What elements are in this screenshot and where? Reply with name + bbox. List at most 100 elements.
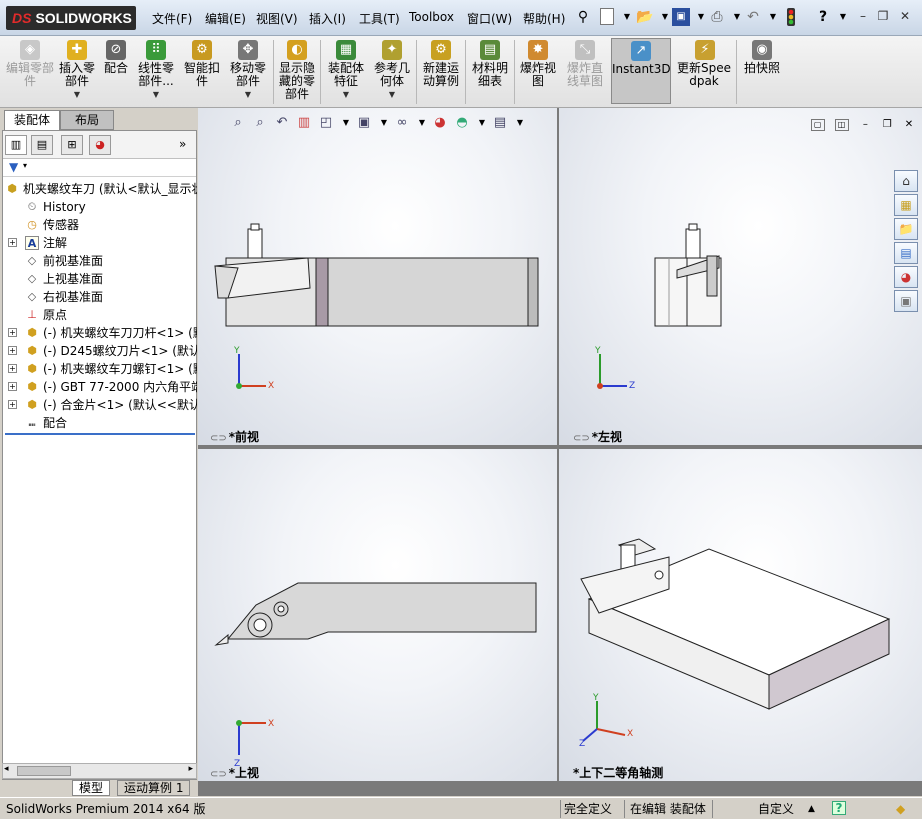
chevron-down-icon[interactable]: ▼ xyxy=(226,88,270,101)
save-icon[interactable]: ▣ xyxy=(672,8,690,26)
viewport-top[interactable]: X Z ⊂⊃ *上视 xyxy=(198,449,557,781)
reference-geometry-button[interactable]: ✦ 参考几何体 ▼ xyxy=(370,38,414,106)
show-hidden-button[interactable]: ◐ 显示隐藏的零部件 xyxy=(276,38,318,106)
menu-insert[interactable]: 插入(I) xyxy=(309,10,346,27)
chevron-down-icon[interactable]: ▼ xyxy=(324,88,368,101)
filter-icon[interactable]: ▼ xyxy=(9,160,18,174)
horizontal-scrollbar[interactable]: ◂ ▸ xyxy=(2,763,197,779)
snapshot-button[interactable]: ◉ 拍快照 xyxy=(740,38,784,106)
mate-button[interactable]: ⊘ 配合 xyxy=(100,38,132,106)
expand-icon[interactable]: + xyxy=(8,346,17,355)
insert-component-button[interactable]: ✚ 插入零部件 ▼ xyxy=(55,38,99,106)
scroll-left-icon[interactable]: ◂ xyxy=(4,764,9,774)
expand-icon[interactable]: + xyxy=(8,328,17,337)
tab-layout[interactable]: 布局 xyxy=(60,110,114,130)
tree-item-part[interactable]: + ⬢ (-) D245螺纹刀片<1> (默认<< xyxy=(3,342,197,360)
tree-item-mates[interactable]: ⑉ 配合 xyxy=(3,414,197,432)
tree-item-part[interactable]: + ⬢ (-) 合金片<1> (默认<<默认> xyxy=(3,396,197,414)
viewport-label-front[interactable]: ⊂⊃ *前视 xyxy=(210,428,259,445)
menu-edit[interactable]: 编辑(E) xyxy=(205,10,246,27)
tree-item-part[interactable]: + ⬢ (-) 机夹螺纹车刀刀杆<1> (默认 xyxy=(3,324,197,342)
viewport-left[interactable]: ▢ ◫ – ❐ ✕ Y Z ⊂⊃ *左视 xyxy=(559,108,922,445)
tree-item-sensors[interactable]: ◷ 传感器 xyxy=(3,216,197,234)
chevron-down-icon[interactable]: ▼ xyxy=(55,88,99,101)
chevron-down-icon[interactable]: ▼ xyxy=(370,88,414,101)
tab-motion-study[interactable]: 运动算例 1 xyxy=(117,780,191,796)
tree-item-origin[interactable]: ⊥ 原点 xyxy=(3,306,197,324)
view-palette-icon[interactable]: ▤ xyxy=(894,242,918,264)
linear-pattern-button[interactable]: ⠿ 线性零部件... ▼ xyxy=(134,38,178,106)
minimize-button[interactable]: – xyxy=(854,8,872,24)
design-library-icon[interactable]: ▦ xyxy=(894,194,918,216)
menu-view[interactable]: 视图(V) xyxy=(256,10,298,27)
tree-item-part[interactable]: + ⬢ (-) 机夹螺纹车刀螺钉<1> (默认 xyxy=(3,360,197,378)
link-views-icon[interactable]: ⊂⊃ xyxy=(573,433,590,444)
display-manager-icon[interactable]: ◕ xyxy=(89,135,111,155)
update-speedpak-button[interactable]: ⚡ 更新Speedpak xyxy=(676,38,734,106)
menu-help[interactable]: 帮助(H) xyxy=(523,10,565,27)
viewport-label-left[interactable]: ⊂⊃ *左视 xyxy=(573,428,622,445)
tab-model[interactable]: 模型 xyxy=(72,780,111,796)
chevron-down-icon[interactable]: ▼ xyxy=(764,8,782,26)
help-icon[interactable]: ? xyxy=(832,801,846,815)
edit-component-button[interactable]: ◈ 编辑零部件 xyxy=(6,38,54,106)
print-icon[interactable]: ⎙ xyxy=(708,8,726,26)
move-component-button[interactable]: ✥ 移动零部件 ▼ xyxy=(226,38,270,106)
expand-icon[interactable]: + xyxy=(8,238,17,247)
tree-item-right-plane[interactable]: ◇ 右视基准面 xyxy=(3,288,197,306)
tree-filter[interactable]: ▼ ▾ xyxy=(3,159,196,177)
tag-icon[interactable]: ◆ xyxy=(896,801,905,817)
bom-button[interactable]: ▤ 材料明细表 xyxy=(468,38,512,106)
motion-study-button[interactable]: ⚙ 新建运动算例 xyxy=(419,38,463,106)
tree-item-top-plane[interactable]: ◇ 上视基准面 xyxy=(3,270,197,288)
custom-properties-icon[interactable]: ▣ xyxy=(894,290,918,312)
chevron-down-icon[interactable]: ▼ xyxy=(134,88,178,101)
viewport-isometric[interactable]: Y X Z *上下二等角轴测 xyxy=(559,449,922,781)
chevron-up-icon[interactable]: ▲ xyxy=(808,801,815,817)
instant3d-button[interactable]: ↗ Instant3D xyxy=(611,38,671,104)
tree-item-front-plane[interactable]: ◇ 前视基准面 xyxy=(3,252,197,270)
traffic-light-icon[interactable] xyxy=(782,8,800,26)
viewport-label-isometric[interactable]: *上下二等角轴测 xyxy=(573,764,663,781)
chevron-down-icon[interactable]: ▾ xyxy=(23,161,27,170)
chevron-down-icon[interactable]: ▼ xyxy=(834,8,852,26)
tree-item-part[interactable]: + ⬢ (-) GBT 77-2000 内六角平端紧 xyxy=(3,378,197,396)
new-document-icon[interactable] xyxy=(600,8,614,25)
pin-icon[interactable]: ⚲ xyxy=(574,8,592,26)
menu-toolbox[interactable]: Toolbox xyxy=(409,10,454,24)
expand-icon[interactable]: + xyxy=(8,364,17,373)
menu-window[interactable]: 窗口(W) xyxy=(467,10,512,27)
graphics-area[interactable]: ⌕ ⌕ ↶ ▥ ◰ ▼ ▣ ▼ ∞ ▼ ◕ ◓ ▼ ▤ ▼ Y X ⊂⊃ *前视… xyxy=(198,108,922,796)
exploded-view-button[interactable]: ✸ 爆炸视图 xyxy=(516,38,560,106)
link-views-icon[interactable]: ⊂⊃ xyxy=(210,769,227,780)
tab-assembly[interactable]: 装配体 xyxy=(4,110,60,130)
appearances-icon[interactable]: ◕ xyxy=(894,266,918,288)
rollback-bar[interactable] xyxy=(5,433,195,435)
restore-button[interactable]: ❐ xyxy=(874,8,892,24)
assembly-feature-button[interactable]: ▦ 装配体特征 ▼ xyxy=(324,38,368,106)
link-views-icon[interactable]: ⊂⊃ xyxy=(210,433,227,444)
open-icon[interactable]: 📂 xyxy=(636,8,654,26)
solidworks-logo[interactable]: DS SOLIDWORKS xyxy=(6,6,136,30)
menu-file[interactable]: 文件(F) xyxy=(152,10,192,27)
solidworks-resources-icon[interactable]: ⌂ xyxy=(894,170,918,192)
units-custom-selector[interactable]: 自定义 xyxy=(758,801,794,817)
smart-fastener-button[interactable]: ⚙ 智能扣件 xyxy=(180,38,224,106)
menu-tools[interactable]: 工具(T) xyxy=(359,10,400,27)
viewport-front[interactable]: ⌕ ⌕ ↶ ▥ ◰ ▼ ▣ ▼ ∞ ▼ ◕ ◓ ▼ ▤ ▼ Y X ⊂⊃ *前视 xyxy=(198,108,557,445)
tree-root-assembly[interactable]: ⬢ 机夹螺纹车刀 (默认<默认_显示状态-1>) xyxy=(3,180,197,198)
close-button[interactable]: ✕ xyxy=(896,8,914,24)
chevron-down-icon[interactable]: ▼ xyxy=(618,8,636,26)
expand-panel-icon[interactable]: » xyxy=(179,137,186,151)
feature-tree-tab-icon[interactable]: ▥ xyxy=(5,135,27,155)
configuration-manager-icon[interactable]: ⊞ xyxy=(61,135,83,155)
help-icon[interactable]: ? xyxy=(814,8,832,26)
explode-line-sketch-button[interactable]: ⤡ 爆炸直线草图 xyxy=(562,38,608,106)
undo-icon[interactable]: ↶ xyxy=(744,8,762,26)
scroll-right-icon[interactable]: ▸ xyxy=(188,764,193,774)
file-explorer-icon[interactable]: 📁 xyxy=(894,218,918,240)
expand-icon[interactable]: + xyxy=(8,382,17,391)
expand-icon[interactable]: + xyxy=(8,400,17,409)
scroll-thumb[interactable] xyxy=(17,766,71,776)
tree-item-history[interactable]: ⏲ History xyxy=(3,198,197,216)
